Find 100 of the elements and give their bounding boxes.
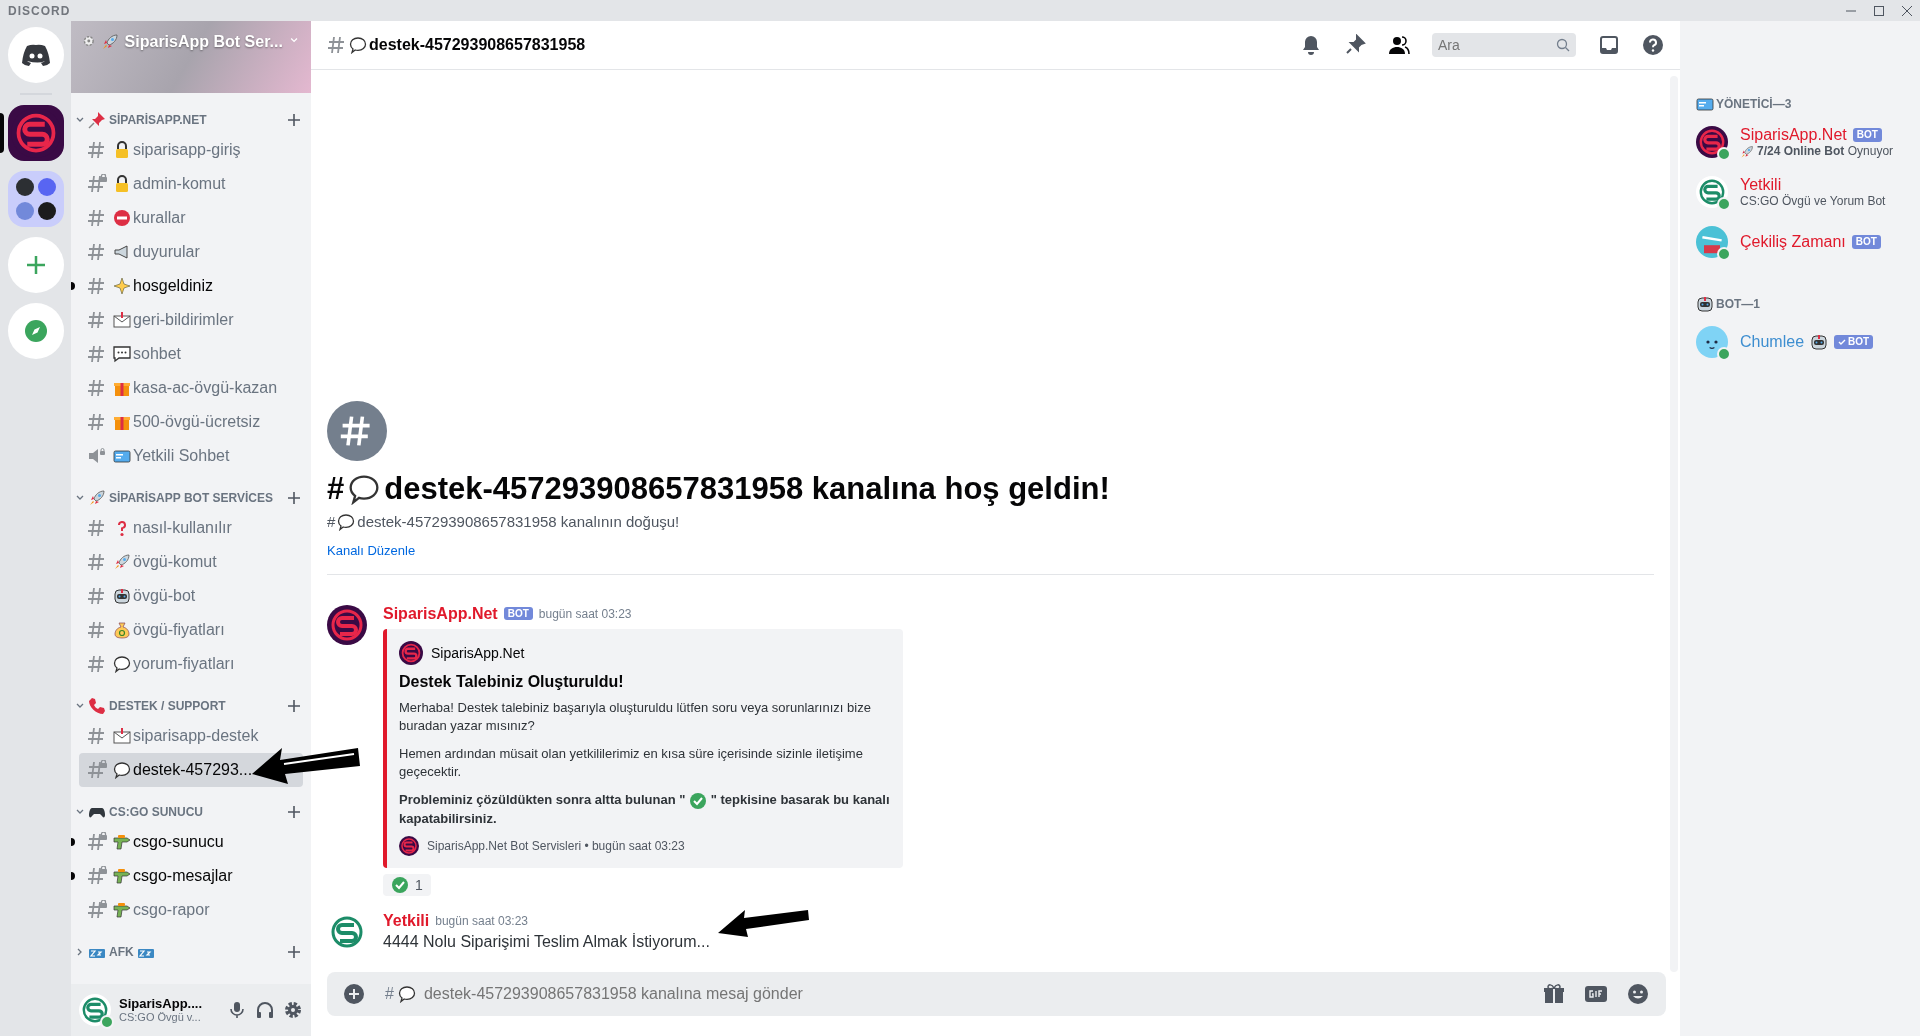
hash-icon [327,35,347,55]
channel-item[interactable]: kasa-ac-övgü-kazan [79,371,303,405]
avatar [1696,226,1728,258]
padlock-icon [113,175,131,193]
gear-icon [83,33,95,49]
channel-item[interactable]: csgo-sunucu [79,825,303,859]
rocket-icon [1740,144,1754,159]
message-input[interactable]: destek-457293908657831958 kanalına mesaj gönder [421,984,1524,1004]
channel-item[interactable]: siparisapp-destek [79,719,303,753]
channel-item[interactable]: nasıl-kullanılır [79,511,303,545]
message-text: 4444 Nolu Siparişimi Teslim Almak İstiyorum... [383,933,710,951]
channel-category[interactable]: CS:GO SUNUCU [71,799,311,825]
speech-bubble-icon [337,512,356,531]
add-channel-icon[interactable] [287,945,301,959]
speech-bubble-icon [113,655,131,673]
channel-item[interactable]: Yetkili Sohbet [79,439,303,473]
plus-icon [24,254,47,276]
search-field[interactable]: Ara [1432,33,1576,57]
edit-channel-link[interactable]: Kanalı Düzenle [327,542,416,558]
welcome-subtitle: destek-457293908657831958 kanalının doğuşu! [357,513,680,530]
channel-item[interactable]: csgo-mesajlar [79,859,303,893]
logo-avatar [327,604,367,645]
member-item[interactable]: Chumlee BOT [1696,317,1912,367]
pushpin-icon [88,111,106,129]
no-entry-icon [113,209,131,227]
speech-bubble-icon [397,985,416,1003]
server-folder[interactable] [7,171,64,227]
member-item[interactable]: Çekiliş Zamanı BOT [1696,217,1912,267]
maximize-icon[interactable] [1872,3,1886,18]
server-icon[interactable] [7,105,64,161]
channel-item[interactable]: admin-komut [79,167,303,201]
chat-bubble-icon [113,345,131,363]
microphone-icon[interactable] [227,1000,247,1020]
message-time: bugün saat 03:23 [538,606,632,621]
channel-item[interactable]: yorum-fiyatları [79,647,303,681]
channel-title: destek-457293908657831958 [369,36,586,54]
server-name: SiparisApp Bot Ser... [124,33,283,51]
app-brand: DISCORD [8,3,71,18]
message-author[interactable]: Yetkili [383,912,430,930]
member-item[interactable]: SiparisApp.Net BOT 7/24 Online Bot Oynuyor [1696,117,1912,167]
avatar [1696,326,1728,358]
headphones-icon[interactable] [255,1000,275,1020]
envelope-icon [113,727,131,745]
channel-category[interactable]: SİPARİSAPP.NET [71,107,311,133]
bot-tag: BOT [503,607,533,620]
rocket-icon [100,33,119,51]
welcome-hash: # [327,470,345,507]
emoji-icon[interactable] [1626,982,1650,1006]
category-name: SİPARİSAPP.NET [109,113,207,127]
user-status: CS:GO Övgü v... [119,1011,202,1025]
logo-avatar [79,994,111,1026]
embed-footer: SiparisApp.Net Bot Servisleri • bugün saat 03:23 [427,839,685,853]
megaphone-icon [113,243,131,261]
composer-bar[interactable]: # destek-457293908657831958 kanalına mesaj gönder [327,972,1666,1016]
server-banner[interactable]: SiparisApp Bot Ser... [71,21,311,93]
member-item[interactable]: Yetkili CS:GO Övgü ve Yorum Bot [1696,167,1912,217]
add-channel-icon[interactable] [287,699,301,713]
status-dot [100,1015,114,1029]
member-name: SiparisApp.Net [1740,125,1847,145]
embed-title: Destek Talebiniz Oluşturuldu! [399,672,625,691]
add-channel-icon[interactable] [287,113,301,127]
reaction-button[interactable]: 1 [383,874,431,896]
add-attachment-icon[interactable] [343,983,365,1005]
pin-icon[interactable] [1344,34,1366,56]
channel-item[interactable]: geri-bildirimler [79,303,303,337]
channel-item[interactable]: hosgeldiniz [79,269,303,303]
check-icon [689,791,708,810]
status-dot [1717,147,1731,161]
id-card-icon [113,447,131,465]
add-channel-icon[interactable] [287,491,301,505]
inbox-icon[interactable] [1598,34,1620,56]
message-author[interactable]: SiparisApp.Net [383,604,498,623]
channel-category[interactable]: SİPARİSAPP BOT SERVİCES [71,485,311,511]
gift-icon[interactable] [1542,982,1566,1006]
channel-category[interactable]: AFK [71,939,311,965]
channel-item[interactable]: kurallar [79,201,303,235]
close-icon[interactable] [1900,3,1914,18]
channel-item[interactable]: duyurular [79,235,303,269]
channel-item[interactable]: siparisapp-giriş [79,133,303,167]
members-icon[interactable] [1388,34,1410,56]
add-channel-icon[interactable] [287,805,301,819]
channel-item[interactable]: 500-övgü-ücretsiz [79,405,303,439]
channel-item[interactable]: övgü-komut [79,545,303,579]
settings-icon[interactable] [283,1000,303,1020]
channel-item[interactable]: csgo-rapor [79,893,303,927]
channel-item[interactable]: övgü-bot [79,579,303,613]
channel-category[interactable]: DESTEK / SUPPORT [71,693,311,719]
help-icon[interactable] [1642,34,1664,56]
status-dot [1717,247,1731,261]
channel-item[interactable]: övgü-fiyatları [79,613,303,647]
category-name: SİPARİSAPP BOT SERVİCES [109,491,274,505]
speech-bubble-icon [113,761,131,779]
rocket-icon [88,489,106,507]
category-name: CS:GO SUNUCU [109,805,203,819]
bell-icon[interactable] [1300,34,1322,56]
channel-item[interactable]: sohbet [79,337,303,371]
member-activity: 7/24 Online Bot Oynuyor [1757,144,1894,159]
water-gun-icon [113,867,131,885]
welcome-title: destek-457293908657831958 kanalına hoş geldin! [384,470,1110,507]
selected-indicator [0,113,4,153]
